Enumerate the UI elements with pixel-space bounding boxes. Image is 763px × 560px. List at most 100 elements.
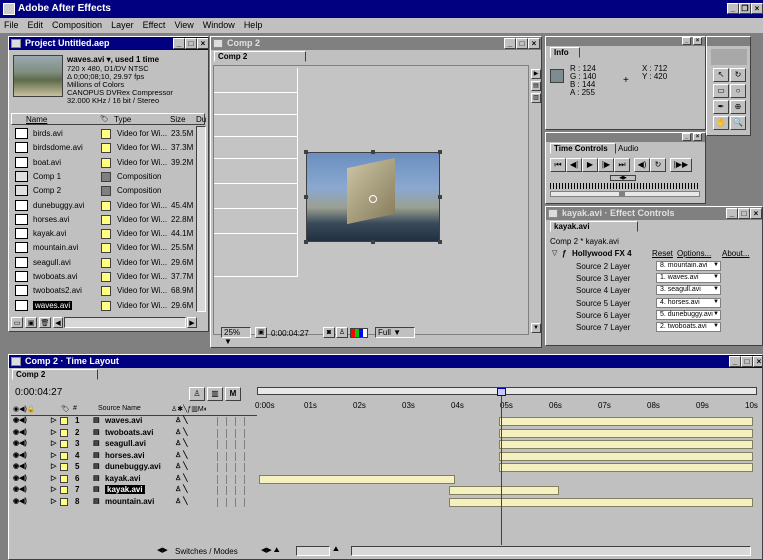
layer-duration-bar[interactable]	[259, 474, 455, 484]
time-layout-close-button[interactable]: ×	[753, 356, 762, 367]
layer-switches-icon[interactable]: ♙ ╲	[175, 439, 187, 447]
comp-grid-icon[interactable]: ▤	[531, 81, 541, 91]
layer-switches-icon[interactable]: ♙ ╲	[175, 474, 187, 482]
layer-label-swatch[interactable]	[60, 463, 68, 471]
handle-mr[interactable]	[438, 195, 442, 199]
rotation-tool-icon[interactable]: ↻	[730, 68, 746, 82]
show-snapshot-icon[interactable]: ♙	[336, 327, 348, 338]
label-swatch[interactable]	[101, 300, 111, 311]
handle-ml[interactable]	[304, 195, 308, 199]
label-swatch[interactable]	[101, 129, 111, 139]
channels-icon[interactable]	[350, 328, 368, 338]
next-frame-icon[interactable]: |▶	[598, 158, 614, 172]
snapshot-icon[interactable]: ◙	[323, 327, 335, 338]
effect-param-dropdown[interactable]: 2. twoboats.avi	[656, 322, 721, 332]
project-item[interactable]: waves.avi Video for Wi... 29.6M	[11, 298, 195, 314]
layer-switches-icon[interactable]: ♙ ╲	[175, 462, 187, 470]
layer-switches-icon[interactable]: ♙ ╲	[175, 428, 187, 436]
time-controls-close-button[interactable]: ×	[693, 133, 702, 141]
jog-control[interactable]: ◀▶	[610, 175, 636, 181]
layer-switch-boxes[interactable]	[217, 463, 253, 472]
menu-window[interactable]: Window	[203, 20, 235, 30]
project-minimize-button[interactable]: _	[173, 38, 185, 49]
hand-tool-icon[interactable]: ✋	[713, 116, 729, 130]
shy-layers-icon[interactable]: ♙	[189, 387, 205, 401]
effect-param-dropdown[interactable]: 4. horses.avi	[656, 297, 721, 308]
safe-zones-icon[interactable]: ▣	[255, 327, 267, 338]
layer-label-swatch[interactable]	[60, 451, 68, 460]
folder-icon[interactable]: ▭	[11, 317, 23, 328]
twirl-icon[interactable]: ▷	[51, 474, 56, 482]
last-frame-icon[interactable]: ⏭	[614, 158, 630, 172]
menu-help[interactable]: Help	[244, 20, 263, 30]
layer-duration-bar[interactable]	[499, 428, 753, 438]
work-area-bar[interactable]	[257, 387, 757, 395]
av-switch-icon[interactable]: ◉◀)	[13, 451, 27, 459]
comp-flowchart-icon[interactable]: ▶	[531, 69, 541, 79]
comp-frame-image[interactable]	[306, 152, 440, 242]
av-features-icon[interactable]: ◉◀)🔒	[13, 405, 36, 413]
handle-tr[interactable]	[438, 150, 442, 154]
effect-param-dropdown[interactable]: 1. waves.avi	[656, 273, 721, 284]
restore-button[interactable]: ❐	[739, 3, 751, 14]
av-switch-icon[interactable]: ◉◀)	[13, 462, 27, 470]
time-layout-tab[interactable]: Comp 2	[12, 369, 98, 380]
menu-layer[interactable]: Layer	[111, 20, 134, 30]
twirl-icon[interactable]: ▷	[51, 485, 56, 493]
info-close-button[interactable]: ×	[693, 37, 702, 45]
layer-switch-boxes[interactable]	[217, 451, 253, 461]
av-switch-icon[interactable]: ◉◀)	[13, 439, 27, 447]
timeline-layer-row[interactable]: ◉◀) ▷ 5 ▤ dunebuggy.avi ♙ ╲	[9, 462, 762, 473]
about-link[interactable]: About...	[722, 249, 750, 258]
layer-switches-icon[interactable]: ♙ ╲	[175, 497, 187, 505]
horizontal-scrollbar[interactable]	[64, 317, 186, 328]
timeline-layer-row[interactable]: ◉◀) ▷ 1 ▤ waves.avi ♙ ╲	[9, 416, 762, 427]
pen-tool-icon[interactable]: ✒	[713, 100, 729, 114]
comp-timecode[interactable]: 0:00:04:27	[271, 329, 309, 338]
prev-frame-icon[interactable]: ◀|	[566, 158, 582, 172]
timeline-zoom-slider[interactable]	[296, 546, 330, 556]
timeline-layer-row[interactable]: ◉◀) ▷ 6 ▤ kayak.avi ♙ ╲	[9, 474, 762, 485]
layer-duration-bar[interactable]	[449, 497, 753, 507]
switches-icons[interactable]: ♙✱╲ƒ▥M◐	[171, 405, 208, 413]
time-marker-icon[interactable]	[497, 388, 506, 396]
comp-minimize-button[interactable]: _	[504, 38, 516, 49]
timeline-timecode[interactable]: 0:00:04:27	[15, 387, 62, 398]
av-switch-icon[interactable]: ◉◀)	[13, 485, 27, 493]
column-type[interactable]: Type	[114, 115, 131, 124]
project-scrollbar[interactable]	[196, 126, 206, 312]
label-swatch[interactable]	[101, 171, 111, 182]
layer-switches-icon[interactable]: ♙ ╲	[175, 451, 187, 459]
twirl-icon[interactable]: ▷	[51, 416, 56, 424]
time-controls-tab[interactable]: Time Controls	[550, 143, 616, 154]
effect-param-dropdown[interactable]: 5. dunebuggy.avi	[656, 309, 721, 320]
effect-controls-tab[interactable]: kayak.avi	[550, 221, 638, 232]
timeline-hscrollbar[interactable]	[351, 546, 751, 556]
menu-effect[interactable]: Effect	[143, 20, 166, 30]
av-switch-icon[interactable]: ◉◀)	[13, 416, 27, 424]
av-switch-icon[interactable]: ◉◀)	[13, 497, 27, 505]
audio-tab[interactable]: Audio	[618, 144, 638, 154]
ram-preview-icon[interactable]: |▶▶	[670, 158, 692, 172]
comp-viewer[interactable]	[213, 65, 529, 335]
mask-oval-tool-icon[interactable]: ○	[730, 84, 746, 98]
scroll-right-icon[interactable]: ▶	[187, 317, 197, 328]
motion-blur-icon[interactable]: M	[225, 387, 241, 401]
layer-switch-boxes[interactable]	[217, 428, 253, 438]
layer-label-swatch[interactable]	[60, 474, 68, 483]
resolution-menu[interactable]: Full ▼	[375, 327, 415, 338]
menu-composition[interactable]: Composition	[52, 20, 102, 30]
layer-duration-bar[interactable]	[499, 451, 753, 461]
comp-guides-icon[interactable]: ▥	[531, 93, 541, 103]
label-swatch[interactable]	[101, 286, 111, 297]
layer-duration-bar[interactable]	[499, 417, 753, 426]
twirl-icon[interactable]: ▷	[51, 439, 56, 447]
switches-modes-toggle[interactable]: Switches / Modes	[175, 547, 238, 556]
label-swatch[interactable]	[101, 243, 111, 254]
layer-label-swatch[interactable]	[60, 497, 68, 506]
time-layout-minimize-button[interactable]: _	[729, 356, 741, 367]
minimize-button[interactable]: _	[727, 3, 739, 14]
av-switch-icon[interactable]: ◉◀)	[13, 428, 27, 436]
layer-label-swatch[interactable]	[60, 486, 68, 494]
label-swatch[interactable]	[101, 229, 111, 240]
